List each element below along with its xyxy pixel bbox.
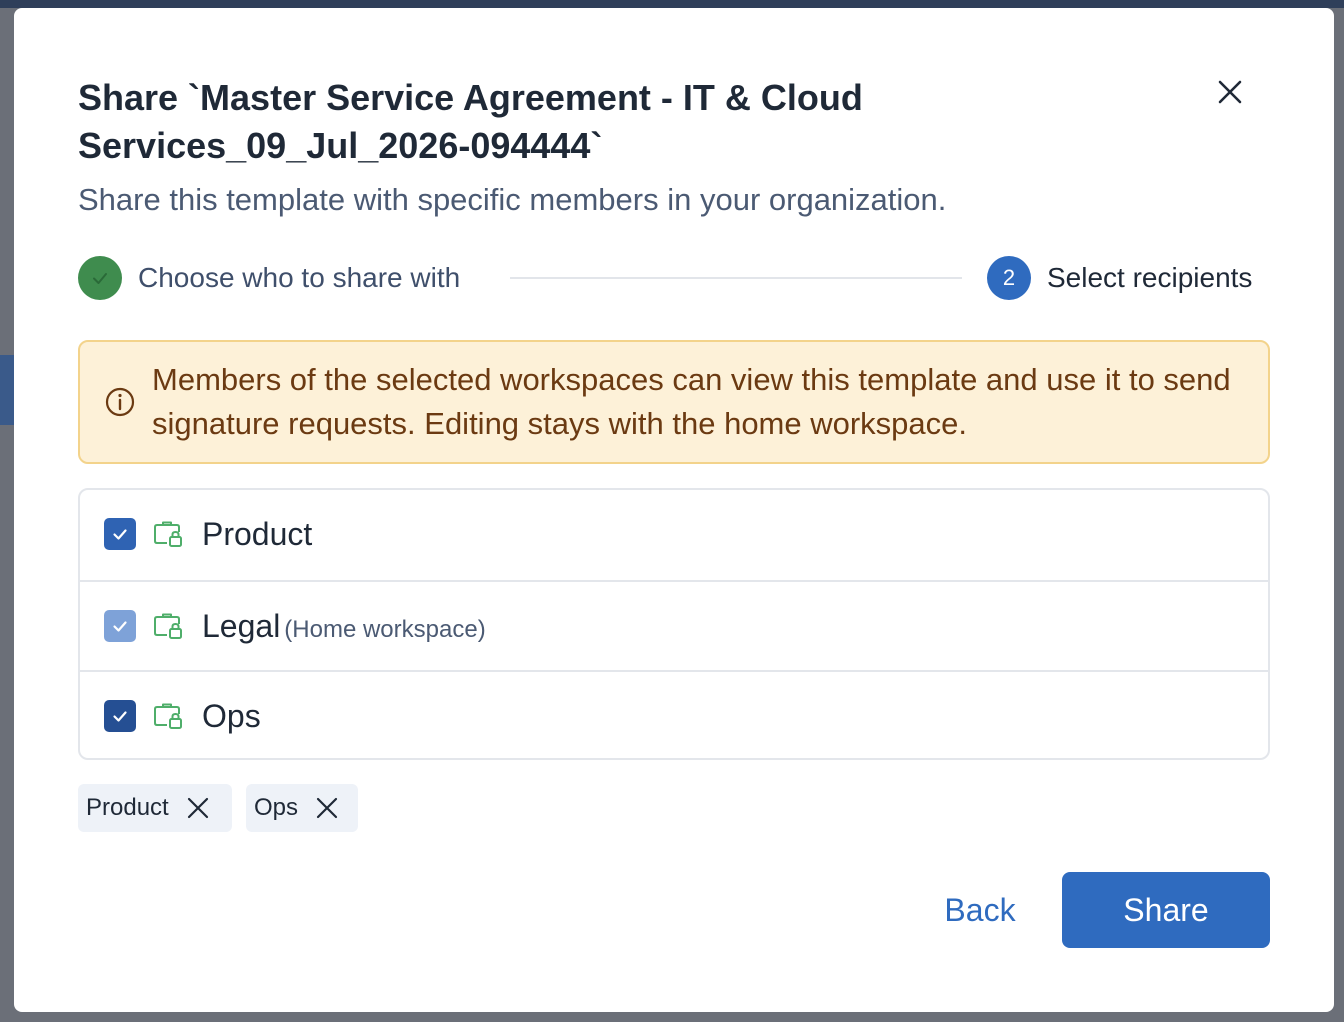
workspace-checkbox-product[interactable] xyxy=(104,518,136,550)
workspace-list: Product Legal (Home workspace) Ops xyxy=(78,488,1270,760)
info-notice: Members of the selected workspaces can v… xyxy=(78,340,1270,464)
share-dialog: Share `Master Service Agreement - IT & C… xyxy=(14,8,1334,1012)
back-button[interactable]: Back xyxy=(920,872,1040,948)
selected-chip-product: Product xyxy=(78,784,232,832)
workspace-checkbox-legal xyxy=(104,610,136,642)
check-icon xyxy=(93,273,107,284)
check-icon xyxy=(113,711,127,722)
dialog-subtitle: Share this template with specific member… xyxy=(78,182,947,217)
workspace-row-legal: Legal (Home workspace) xyxy=(80,580,1268,670)
backdrop-strip xyxy=(0,355,14,425)
stepper: Choose who to share with 2 Select recipi… xyxy=(78,256,1270,300)
home-workspace-tag: (Home workspace) xyxy=(284,616,486,643)
close-icon xyxy=(1218,80,1242,104)
step-2-label: Select recipients xyxy=(1047,262,1253,293)
close-icon xyxy=(187,797,208,819)
notice-text: Members of the selected workspaces can v… xyxy=(152,362,1231,441)
workspace-lock-icon xyxy=(154,613,182,639)
workspace-row-ops[interactable]: Ops xyxy=(80,670,1268,758)
step-1-label: Choose who to share with xyxy=(138,262,461,293)
workspace-name: Product xyxy=(202,516,313,552)
workspace-name: Ops xyxy=(202,698,261,734)
dialog-title: Share `Master Service Agreement - IT & C… xyxy=(78,77,863,166)
workspace-lock-icon xyxy=(154,521,182,547)
chip-label: Ops xyxy=(254,794,299,821)
remove-chip-button[interactable] xyxy=(185,795,211,821)
remove-chip-button[interactable] xyxy=(314,795,340,821)
selected-chip-ops: Ops xyxy=(246,784,358,832)
workspace-row-product[interactable]: Product xyxy=(80,490,1268,580)
close-button[interactable] xyxy=(1210,72,1250,112)
step-2-indicator: 2 xyxy=(987,256,1031,300)
workspace-label: Product xyxy=(202,514,312,554)
close-icon xyxy=(316,797,338,819)
backdrop-top xyxy=(0,0,1344,8)
step-connector xyxy=(510,277,962,279)
workspace-label: Ops xyxy=(202,696,261,736)
workspace-lock-icon xyxy=(154,703,182,729)
workspace-label: Legal (Home workspace) xyxy=(202,606,486,650)
check-icon xyxy=(113,621,127,632)
workspace-checkbox-ops[interactable] xyxy=(104,700,136,732)
workspace-name: Legal xyxy=(202,608,281,644)
share-button[interactable]: Share xyxy=(1062,872,1270,948)
step-1-indicator xyxy=(78,256,122,300)
check-icon xyxy=(113,529,127,540)
info-icon xyxy=(105,387,135,417)
chip-label: Product xyxy=(86,794,169,821)
